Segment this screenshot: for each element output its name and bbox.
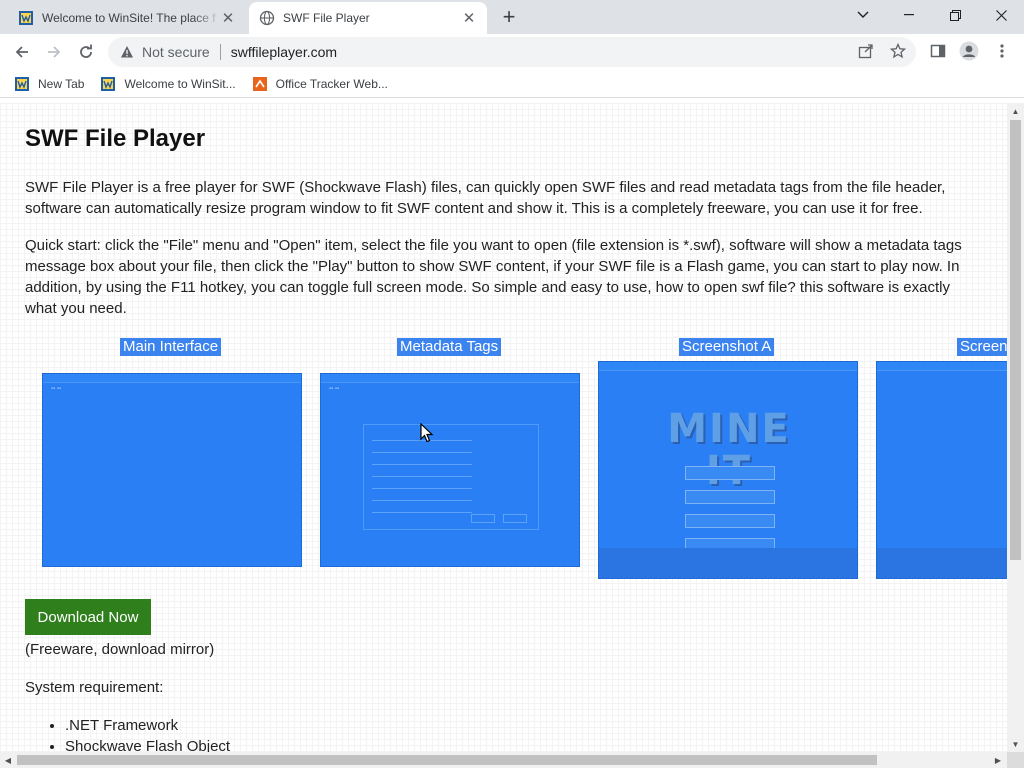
- winsite-favicon-icon: [15, 76, 29, 91]
- minimize-icon: [904, 14, 914, 16]
- tab-title: Welcome to WinSite! The place f: [42, 11, 216, 25]
- bookmark-label: Office Tracker Web...: [275, 76, 388, 91]
- window-menu: ▪▪ ▪▪: [329, 386, 340, 392]
- reload-icon: [80, 44, 92, 58]
- screenshot-metadata-tags[interactable]: ▪▪ ▪▪: [320, 373, 580, 567]
- screenshot-main-interface[interactable]: ▪▪ ▪▪: [42, 373, 302, 567]
- back-arrow-icon: [15, 46, 28, 58]
- page-title: SWF File Player: [25, 125, 206, 152]
- close-tab-icon[interactable]: ✕: [461, 10, 477, 27]
- dialog-play-button: [471, 514, 495, 523]
- caption-screenshot-b: Screen: [957, 338, 1007, 356]
- bookmark-office-tracker[interactable]: Office Tracker Web...: [252, 76, 388, 92]
- tab-title: SWF File Player: [283, 11, 370, 25]
- tab-search-chevron-icon[interactable]: [840, 0, 886, 30]
- vertical-scrollbar[interactable]: ▲ ▼: [1007, 103, 1024, 752]
- requirements-list: .NET Framework Shockwave Flash Object: [65, 715, 230, 752]
- bookmarks-bar: New Tab Welcome to WinSit... Office Trac…: [0, 70, 1024, 98]
- tab-swf-file-player[interactable]: SWF File Player ✕: [249, 2, 487, 34]
- divider: [219, 44, 221, 60]
- warning-icon[interactable]: [120, 45, 134, 59]
- reload-button[interactable]: [72, 38, 100, 66]
- restore-icon: [949, 9, 961, 21]
- caption-main-interface: Main Interface: [120, 338, 222, 356]
- forward-button[interactable]: [40, 38, 68, 66]
- new-tab-button[interactable]: +: [497, 6, 521, 30]
- game-ground: [599, 548, 857, 578]
- game-menu-button: [685, 514, 775, 528]
- system-requirement-label: System requirement:: [25, 679, 164, 696]
- bookmark-new-tab[interactable]: New Tab: [14, 76, 84, 92]
- window-titlebar: [877, 362, 1007, 371]
- share-icon[interactable]: [855, 40, 877, 62]
- window-titlebar: [599, 362, 857, 371]
- dialog-close-button: [503, 514, 527, 523]
- scrollbar-corner: [1007, 752, 1024, 768]
- screenshot-b[interactable]: [876, 361, 1007, 579]
- page-viewport: SWF File Player SWF File Player is a fre…: [0, 103, 1007, 752]
- window-titlebar: [321, 374, 579, 383]
- tab-welcome-winsite[interactable]: Welcome to WinSite! The place f ✕: [8, 2, 246, 34]
- minimize-button[interactable]: [886, 0, 932, 30]
- close-icon: [995, 9, 1007, 21]
- game-logo: MINE IT: [667, 406, 791, 492]
- intro-paragraph: SWF File Player is a free player for SWF…: [25, 179, 946, 217]
- list-item: .NET Framework: [65, 715, 230, 736]
- tab-strip: Welcome to WinSite! The place f ✕ SWF Fi…: [0, 0, 1024, 34]
- screenshot-a[interactable]: MINE IT: [598, 361, 858, 579]
- quick-start-paragraph: Quick start: click the "File" menu and "…: [25, 237, 962, 317]
- freeware-note: (Freeware, download mirror): [25, 641, 215, 658]
- list-item: Shockwave Flash Object: [65, 736, 230, 752]
- game-menu-button: [685, 490, 775, 504]
- horizontal-scrollbar[interactable]: ◀ ▶: [0, 752, 1024, 768]
- menu-kebab-icon[interactable]: [991, 40, 1013, 62]
- horizontal-scroll-thumb[interactable]: [17, 755, 877, 765]
- not-secure-label[interactable]: Not secure: [142, 44, 210, 60]
- address-bar[interactable]: Not secure swffileplayer.com: [108, 37, 916, 67]
- restore-button[interactable]: [932, 0, 978, 30]
- scroll-down-icon[interactable]: ▼: [1007, 736, 1024, 752]
- vertical-scroll-thumb[interactable]: [1010, 120, 1021, 560]
- caption-screenshot-a: Screenshot A: [679, 338, 775, 356]
- close-window-button[interactable]: [978, 0, 1024, 30]
- game-menu-button: [685, 466, 775, 480]
- bookmark-star-icon[interactable]: [887, 40, 909, 62]
- scroll-right-icon[interactable]: ▶: [990, 752, 1006, 768]
- office-tracker-favicon-icon: [252, 76, 267, 91]
- bookmark-label: New Tab: [38, 76, 85, 91]
- url-text[interactable]: swffileplayer.com: [231, 44, 337, 60]
- mouse-cursor-icon: [420, 423, 434, 443]
- browser-toolbar: Not secure swffileplayer.com: [0, 34, 1024, 70]
- window-menu: ▪▪ ▪▪: [51, 386, 62, 392]
- game-ground: [877, 548, 1007, 578]
- winsite-favicon-icon: [101, 76, 116, 91]
- scroll-left-icon[interactable]: ◀: [0, 752, 16, 768]
- winsite-favicon-icon: [19, 11, 33, 25]
- profile-avatar-icon[interactable]: [958, 40, 980, 62]
- download-now-button[interactable]: Download Now: [25, 599, 151, 635]
- bookmark-welcome-winsite[interactable]: Welcome to WinSit...: [100, 76, 236, 92]
- back-button[interactable]: [8, 38, 36, 66]
- caption-metadata-tags: Metadata Tags: [397, 338, 502, 356]
- window-titlebar: [43, 374, 301, 383]
- close-tab-icon[interactable]: ✕: [220, 10, 236, 27]
- bookmark-label: Welcome to WinSit...: [124, 76, 236, 91]
- side-panel-icon[interactable]: [927, 40, 949, 62]
- globe-icon: [259, 10, 275, 26]
- forward-arrow-icon: [48, 46, 61, 58]
- scroll-up-icon[interactable]: ▲: [1007, 103, 1024, 119]
